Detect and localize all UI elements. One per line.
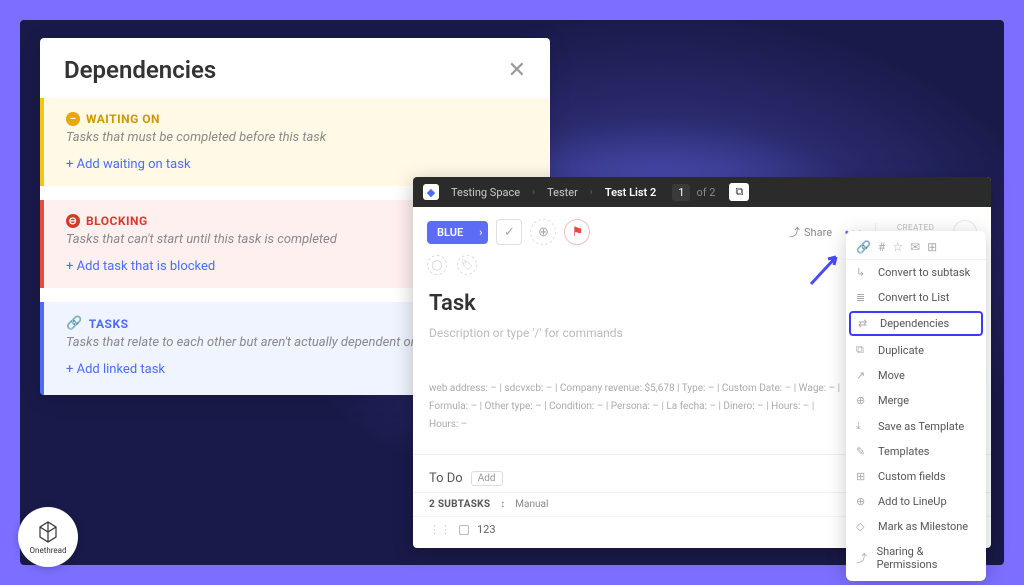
save-template-item[interactable]: ⤓Save as Template	[846, 413, 986, 439]
breadcrumb-folder[interactable]: Tester	[541, 184, 584, 201]
minus-circle-icon: –	[66, 112, 80, 126]
share-icon: ⤴	[789, 224, 800, 240]
page-number: 1	[672, 184, 690, 201]
task-settings-dropdown: 🔗 # ☆ ✉ ⊞ ↳Convert to subtask ≣Convert t…	[846, 231, 986, 581]
assignee-avatar[interactable]: ⊕	[530, 219, 556, 245]
lineup-icon: ⊕	[856, 495, 870, 508]
copy-icon: ⧉	[856, 343, 870, 357]
dependencies-title: Dependencies	[64, 56, 216, 84]
breadcrumb-list[interactable]: Test List 2	[599, 184, 662, 201]
save-icon: ⤓	[856, 419, 870, 433]
new-window-icon[interactable]: ⧉	[729, 183, 749, 201]
status-box[interactable]	[459, 525, 469, 535]
convert-list-item[interactable]: ≣Convert to List	[846, 285, 986, 310]
logo-text: Onethread	[30, 546, 67, 555]
flag-icon[interactable]: ⚑	[564, 219, 590, 245]
mini-action-row: 🔗 # ☆ ✉ ⊞	[846, 235, 986, 260]
breadcrumb-space[interactable]: Testing Space	[445, 184, 526, 201]
archive-icon[interactable]: ⊞	[927, 240, 937, 254]
subtask-icon: ↳	[856, 266, 870, 279]
templates-item[interactable]: ✎Templates	[846, 439, 986, 464]
milestone-item[interactable]: ◇Mark as Milestone	[846, 514, 986, 539]
drag-icon[interactable]: ⋮⋮	[429, 523, 451, 536]
waiting-on-tag: –WAITING ON	[66, 112, 528, 126]
fields-icon: ⊞	[856, 470, 870, 483]
hash-icon[interactable]: #	[878, 240, 885, 254]
no-entry-icon: ⊖	[66, 214, 80, 228]
custom-fields-item[interactable]: ⊞Custom fields	[846, 464, 986, 489]
link-icon: 🔗	[66, 316, 83, 331]
onethread-logo: Onethread	[18, 507, 78, 567]
add-subtask-button[interactable]: Add	[471, 471, 503, 486]
subtask-count: 2 SUBTASKS	[429, 499, 490, 510]
move-item[interactable]: ↗Move	[846, 363, 986, 388]
waiting-on-section: –WAITING ON Tasks that must be completed…	[40, 98, 550, 186]
breadcrumb-bar: ◆ Testing Space › Tester › Test List 2 1…	[413, 177, 991, 207]
share-icon: ⤴	[856, 550, 869, 566]
workspace-icon[interactable]: ◆	[423, 184, 439, 200]
page-of: of 2	[696, 186, 715, 199]
merge-item[interactable]: ⊕Merge	[846, 388, 986, 413]
list-icon: ≣	[856, 291, 870, 304]
status-button[interactable]: BLUE	[427, 221, 473, 244]
wand-icon: ✎	[856, 445, 870, 458]
add-lineup-item[interactable]: ⊕Add to LineUp	[846, 489, 986, 514]
tag-icon[interactable]: ◯	[427, 255, 447, 275]
add-waiting-task-button[interactable]: + Add waiting on task	[66, 157, 528, 172]
waiting-on-desc: Tasks that must be completed before this…	[66, 130, 528, 145]
diamond-icon: ◇	[856, 520, 870, 533]
cube-icon	[36, 520, 60, 544]
mail-icon[interactable]: ✉	[910, 240, 920, 254]
share-button[interactable]: ⤴Share	[789, 224, 832, 240]
dependencies-item[interactable]: ⇄Dependencies	[849, 311, 983, 336]
tag-icon[interactable]: 🏷	[457, 255, 477, 275]
duplicate-item[interactable]: ⧉Duplicate	[846, 337, 986, 363]
chevron-right-icon: ›	[532, 187, 535, 198]
subtask-name: 123	[477, 523, 496, 536]
convert-subtask-item[interactable]: ↳Convert to subtask	[846, 260, 986, 285]
link-icon[interactable]: 🔗	[856, 240, 871, 254]
sort-manual[interactable]: Manual	[515, 499, 548, 510]
star-icon[interactable]: ☆	[892, 240, 903, 254]
deps-icon: ⇄	[858, 317, 872, 330]
close-icon[interactable]: ✕	[508, 58, 526, 83]
move-icon: ↗	[856, 369, 870, 382]
merge-icon: ⊕	[856, 394, 870, 407]
sharing-item[interactable]: ⤴Sharing & Permissions	[846, 539, 986, 577]
todo-label: To Do	[429, 471, 463, 486]
check-button[interactable]: ✓	[496, 219, 522, 245]
status-next-button[interactable]: ›	[473, 221, 488, 244]
chevron-right-icon: ›	[590, 187, 593, 198]
